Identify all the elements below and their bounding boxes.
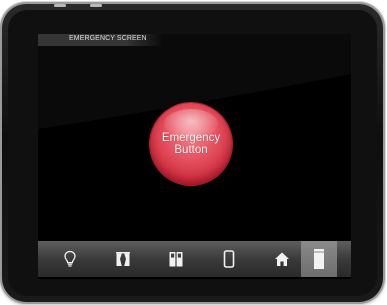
nav-item-lighting[interactable]: [52, 241, 88, 277]
power-button: [54, 4, 66, 7]
emergency-button[interactable]: Emergency Button: [150, 103, 232, 185]
panel-icon: [314, 249, 324, 269]
bottom-nav-bar: [38, 241, 351, 277]
volume-button: [90, 4, 102, 7]
title-bar: EMERGENCY SCREEN: [38, 34, 164, 46]
emergency-button-label-line1: Emergency: [161, 132, 221, 144]
curtains-icon: [116, 252, 130, 266]
nav-item-home[interactable]: [264, 241, 300, 277]
nav-item-curtains[interactable]: [105, 241, 141, 277]
home-icon: [275, 252, 289, 266]
nav-item-door[interactable]: [158, 241, 194, 277]
screen-title: EMERGENCY SCREEN: [69, 35, 147, 42]
phone-icon: [223, 250, 235, 268]
nav-item-device[interactable]: [211, 241, 247, 277]
lightbulb-icon: [64, 250, 76, 267]
app-screen: EMERGENCY SCREEN Emergency Button: [38, 34, 351, 279]
nav-item-emergency[interactable]: [301, 241, 337, 277]
door-icon: [169, 252, 183, 267]
emergency-button-label-line2: Button: [174, 144, 208, 156]
